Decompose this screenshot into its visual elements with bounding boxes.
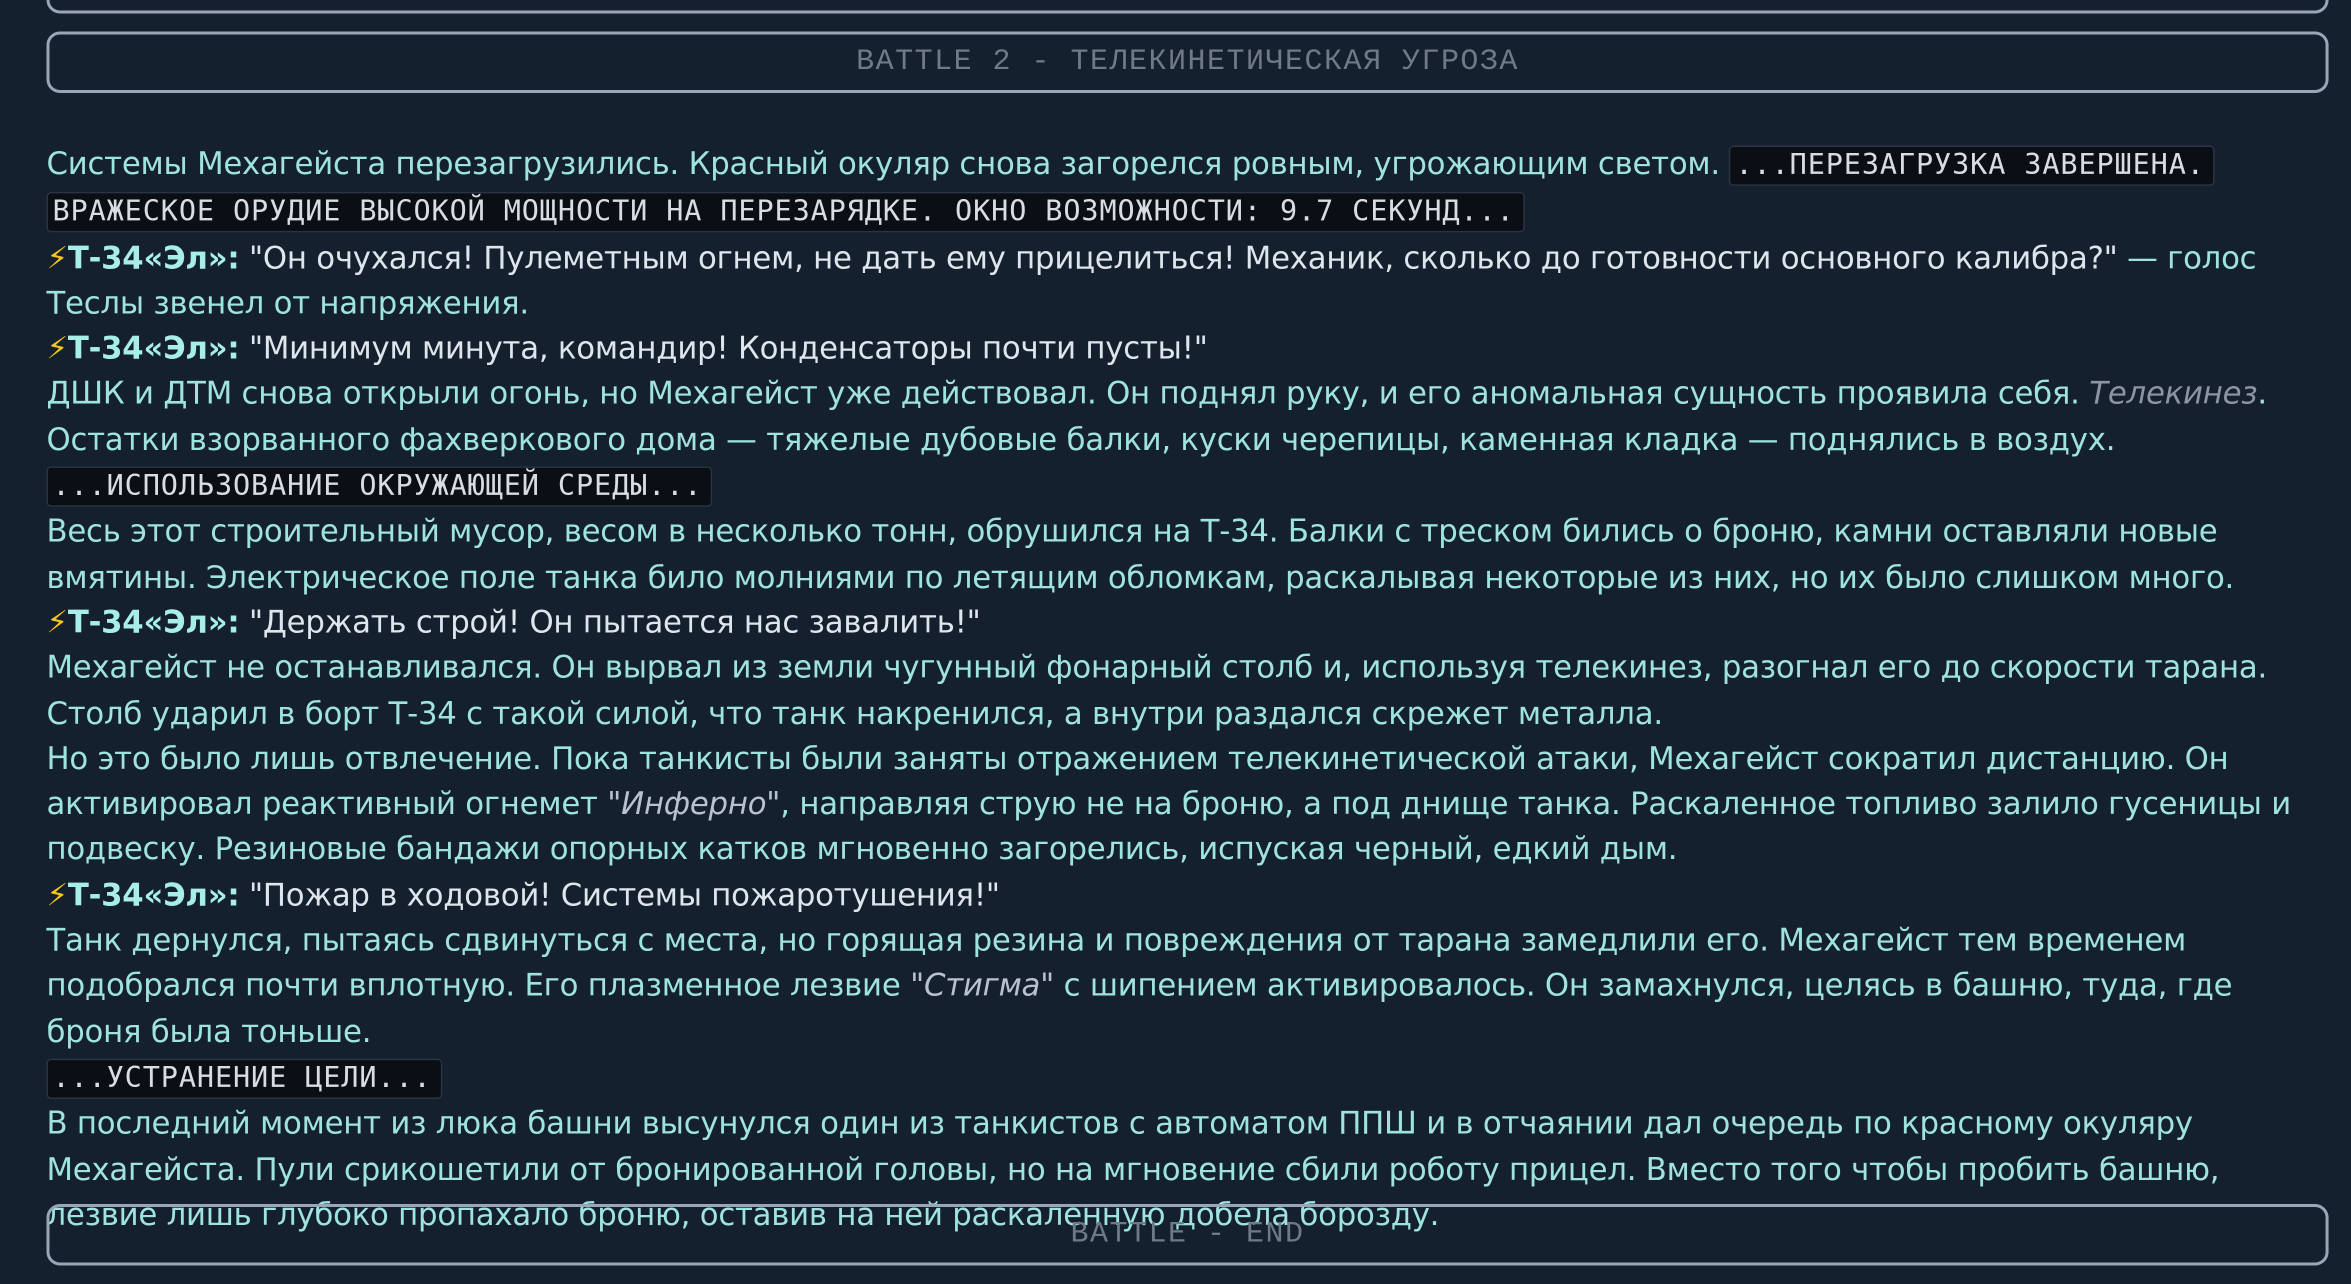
- narration-text: ДШК и ДТМ снова открыли огонь, но Мехаге…: [46, 375, 2090, 412]
- story-text: Системы Мехагейста перезагрузились. Крас…: [46, 141, 2328, 1237]
- lightning-icon: ⚡: [46, 239, 68, 276]
- narration-text: Системы Мехагейста перезагрузились. Крас…: [46, 145, 1730, 182]
- narration-paragraph: Весь этот строительный мусор, весом в не…: [46, 509, 2328, 600]
- narration-paragraph: Мехагейст не останавливался. Он вырвал и…: [46, 645, 2328, 736]
- battle-end-banner: BATTLE - END: [46, 1204, 2329, 1266]
- weapon-name: "Инферно": [607, 785, 781, 822]
- lightning-icon: ⚡: [46, 604, 68, 641]
- narration-text: Весь этот строительный мусор, весом в не…: [46, 513, 2235, 595]
- narration-text: Остатки взорванного фахверкового дома — …: [46, 421, 2116, 457]
- narration-paragraph: Остатки взорванного фахверкового дома — …: [46, 417, 2328, 462]
- dialogue-line: ⚡Т-34«Эл»: "Держать строй! Он пытается н…: [46, 600, 2328, 645]
- emphasis-text: Телекинез: [2089, 375, 2258, 412]
- speaker-name: Т-34«Эл»:: [67, 330, 240, 367]
- narration-paragraph: Но это было лишь отвлечение. Пока танкис…: [46, 736, 2328, 872]
- system-message: ...УСТРАНЕНИЕ ЦЕЛИ...: [46, 1058, 443, 1099]
- dialogue-line: ⚡Т-34«Эл»: "Он очухался! Пулеметным огне…: [46, 235, 2328, 326]
- dialogue-quote: "Минимум минута, командир! Конденсаторы …: [248, 330, 1208, 367]
- narration-text: Мехагейст не останавливался. Он вырвал и…: [46, 649, 2268, 732]
- system-line: ...ИСПОЛЬЗОВАНИЕ ОКРУЖАЮЩЕЙ СРЕДЫ...: [46, 462, 2328, 509]
- dialogue-line: ⚡Т-34«Эл»: "Минимум минута, командир! Ко…: [46, 326, 2328, 371]
- dialogue-quote: "Пожар в ходовой! Системы пожаротушения!…: [248, 876, 1000, 913]
- narration-paragraph: Танк дернулся, пытаясь сдвинуться с мест…: [46, 918, 2328, 1054]
- battle-start-banner: BATTLE 2 - ТЕЛЕКИНЕТИЧЕСКАЯ УГРОЗА: [46, 31, 2329, 93]
- speaker-name: Т-34«Эл»:: [67, 604, 240, 641]
- previous-banner: [46, 0, 2329, 14]
- system-line: ...УСТРАНЕНИЕ ЦЕЛИ...: [46, 1054, 2328, 1101]
- lightning-icon: ⚡: [46, 876, 68, 913]
- dialogue-quote: "Держать строй! Он пытается нас завалить…: [248, 604, 981, 641]
- dialogue-quote: "Он очухался! Пулеметным огнем, не дать …: [248, 239, 2118, 276]
- system-message: ...ИСПОЛЬЗОВАНИЕ ОКРУЖАЮЩЕЙ СРЕДЫ...: [46, 466, 713, 507]
- narration-paragraph: ДШК и ДТМ снова открыли огонь, но Мехаге…: [46, 371, 2328, 416]
- narration-text: .: [2257, 375, 2267, 412]
- lightning-icon: ⚡: [46, 330, 68, 367]
- speaker-name: Т-34«Эл»:: [67, 876, 240, 913]
- battle-log: BATTLE 2 - ТЕЛЕКИНЕТИЧЕСКАЯ УГРОЗА Систе…: [0, 0, 2351, 1283]
- dialogue-line: ⚡Т-34«Эл»: "Пожар в ходовой! Системы пож…: [46, 872, 2328, 917]
- narration-paragraph: Системы Мехагейста перезагрузились. Крас…: [46, 141, 2328, 235]
- speaker-name: Т-34«Эл»:: [67, 239, 240, 276]
- weapon-name: "Стигма": [910, 967, 1055, 1004]
